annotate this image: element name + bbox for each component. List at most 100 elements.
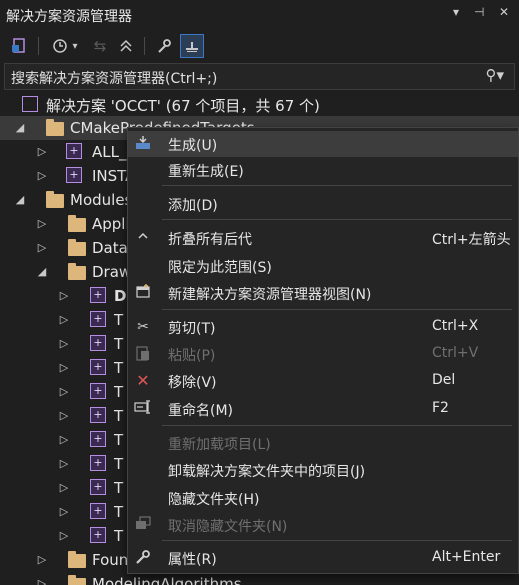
- project-icon: +: [90, 311, 106, 327]
- collapsed-arrow-icon[interactable]: ▷: [58, 385, 70, 399]
- menu-item-label: 折叠所有后代: [168, 232, 252, 248]
- properties-wrench-icon[interactable]: [152, 34, 176, 58]
- menu-item-label: 取消隐藏文件夹(N): [168, 519, 288, 535]
- folder-icon: [46, 119, 64, 136]
- menu-item-collapse-all-descendants[interactable]: 折叠所有后代 Ctrl+左箭头: [128, 225, 518, 251]
- menu-item-hide-folder[interactable]: 隐藏文件夹(H): [128, 485, 518, 511]
- collapsed-arrow-icon[interactable]: ▷: [36, 169, 48, 183]
- collapsed-arrow-icon[interactable]: ▷: [36, 145, 48, 159]
- build-icon: [134, 135, 152, 153]
- tree-item-label: ModelingAlgorithms: [92, 575, 242, 585]
- rename-icon: [134, 400, 152, 418]
- menu-item-label: 重新加载项目(L): [168, 437, 271, 453]
- new-view-icon: [134, 284, 152, 302]
- tree-item-label: T: [114, 335, 124, 353]
- folder-icon: [68, 239, 86, 256]
- collapsed-arrow-icon[interactable]: ▷: [36, 241, 48, 255]
- collapse-all-icon[interactable]: [114, 34, 138, 58]
- project-icon: +: [90, 407, 106, 423]
- title-bar: 解决方案资源管理器 ▾ ⊣ ✕: [0, 0, 519, 30]
- menu-item-label: 移除(V): [168, 375, 217, 391]
- menu-item-rebuild[interactable]: 重新生成(E): [128, 157, 518, 183]
- search-placeholder: 搜索解决方案资源管理器(Ctrl+;): [11, 71, 218, 87]
- project-icon: +: [90, 335, 106, 351]
- menu-item-label: 重新生成(E): [168, 164, 244, 180]
- menu-item-new-explorer-view[interactable]: 新建解决方案资源管理器视图(N): [128, 280, 518, 306]
- menu-item-label: 卸载解决方案文件夹中的项目(J): [168, 464, 366, 480]
- menu-separator: [162, 219, 512, 220]
- collapsed-arrow-icon[interactable]: ▷: [36, 577, 48, 585]
- menu-item-shortcut: Alt+Enter: [432, 549, 501, 565]
- solution-label: 解决方案 'OCCT' (67 个项目，共 67 个): [46, 97, 320, 115]
- collapsed-arrow-icon[interactable]: ▷: [58, 505, 70, 519]
- close-icon[interactable]: ✕: [499, 5, 509, 19]
- menu-item-label: 属性(R): [168, 552, 217, 568]
- tree-item-label: T: [114, 407, 124, 425]
- tree-item-label: T: [114, 383, 124, 401]
- tree-item-label: T: [114, 479, 124, 497]
- collapsed-arrow-icon[interactable]: ▷: [58, 457, 70, 471]
- expanded-arrow-icon[interactable]: ◢: [14, 193, 26, 207]
- collapsed-arrow-icon[interactable]: ▷: [58, 337, 70, 351]
- menu-item-label: 新建解决方案资源管理器视图(N): [168, 287, 372, 303]
- project-icon: +: [90, 287, 106, 303]
- expanded-arrow-icon[interactable]: ◢: [36, 265, 48, 279]
- menu-item-shortcut: F2: [432, 400, 449, 416]
- collapsed-arrow-icon[interactable]: ▷: [58, 313, 70, 327]
- menu-item-build[interactable]: 生成(U): [128, 131, 518, 157]
- collapsed-arrow-icon[interactable]: ▷: [58, 433, 70, 447]
- back-icon[interactable]: ⇆: [88, 34, 112, 58]
- folder-icon: [68, 575, 86, 585]
- window-dropdown-icon[interactable]: ▾: [453, 5, 459, 19]
- collapse-icon: [134, 229, 152, 247]
- menu-item-properties[interactable]: 属性(R) Alt+Enter: [128, 545, 518, 571]
- collapsed-arrow-icon[interactable]: ▷: [36, 553, 48, 567]
- context-menu: 生成(U) 重新生成(E) 添加(D) 折叠所有后代 Ctrl+左箭头 限定为此…: [127, 127, 519, 574]
- menu-item-rename[interactable]: 重命名(M) F2: [128, 396, 518, 422]
- menu-item-unhide-folders[interactable]: 取消隐藏文件夹(N): [128, 512, 518, 538]
- menu-item-label: 限定为此范围(S): [168, 260, 272, 276]
- project-icon: +: [90, 431, 106, 447]
- menu-item-shortcut: Ctrl+V: [432, 345, 479, 361]
- collapsed-arrow-icon[interactable]: ▷: [58, 409, 70, 423]
- project-icon: +: [90, 503, 106, 519]
- search-input[interactable]: 搜索解决方案资源管理器(Ctrl+;) ⚲▾: [4, 63, 515, 90]
- project-icon: +: [90, 383, 106, 399]
- menu-item-add[interactable]: 添加(D): [128, 191, 518, 217]
- pin-icon[interactable]: ⊣: [474, 5, 484, 19]
- menu-item-remove[interactable]: ✕ 移除(V) Del: [128, 368, 518, 394]
- search-icon[interactable]: ⚲▾: [485, 66, 504, 84]
- menu-item-label: 重命名(M): [168, 403, 234, 419]
- collapsed-arrow-icon[interactable]: ▷: [58, 481, 70, 495]
- tree-item-solution[interactable]: 解决方案 'OCCT' (67 个项目，共 67 个): [0, 92, 519, 116]
- project-icon: +: [90, 479, 106, 495]
- menu-item-label: 生成(U): [168, 138, 218, 154]
- history-dropdown-icon[interactable]: ▾: [68, 34, 82, 58]
- menu-item-cut[interactable]: ✂ 剪切(T) Ctrl+X: [128, 314, 518, 340]
- toolbar: ▾ ⇆: [0, 30, 519, 62]
- menu-item-reload-project[interactable]: 重新加载项目(L): [128, 430, 518, 456]
- switch-views-icon[interactable]: [8, 34, 32, 58]
- remove-icon: ✕: [136, 371, 150, 390]
- project-icon: +: [90, 359, 106, 375]
- menu-item-shortcut: Ctrl+X: [432, 318, 479, 334]
- collapsed-arrow-icon[interactable]: ▷: [58, 289, 70, 303]
- tree-item-label: T: [114, 455, 124, 473]
- expanded-arrow-icon[interactable]: ◢: [14, 121, 26, 135]
- menu-item-label: 粘贴(P): [168, 348, 216, 364]
- collapsed-arrow-icon[interactable]: ▷: [58, 361, 70, 375]
- menu-separator: [162, 309, 512, 310]
- preview-icon[interactable]: [180, 34, 204, 58]
- collapsed-arrow-icon[interactable]: ▷: [58, 529, 70, 543]
- menu-item-label: 添加(D): [168, 198, 218, 214]
- folder-icon: [68, 215, 86, 232]
- menu-item-unload-projects[interactable]: 卸载解决方案文件夹中的项目(J): [128, 457, 518, 483]
- menu-separator: [162, 425, 512, 426]
- menu-item-paste[interactable]: 粘贴(P) Ctrl+V: [128, 341, 518, 367]
- menu-item-scope-to-this[interactable]: 限定为此范围(S): [128, 253, 518, 279]
- collapsed-arrow-icon[interactable]: ▷: [36, 217, 48, 231]
- tree-item-label: T: [114, 527, 124, 545]
- menu-item-shortcut: Ctrl+左箭头: [432, 232, 511, 248]
- menu-separator: [162, 185, 512, 186]
- tree-item-label: T: [114, 503, 124, 521]
